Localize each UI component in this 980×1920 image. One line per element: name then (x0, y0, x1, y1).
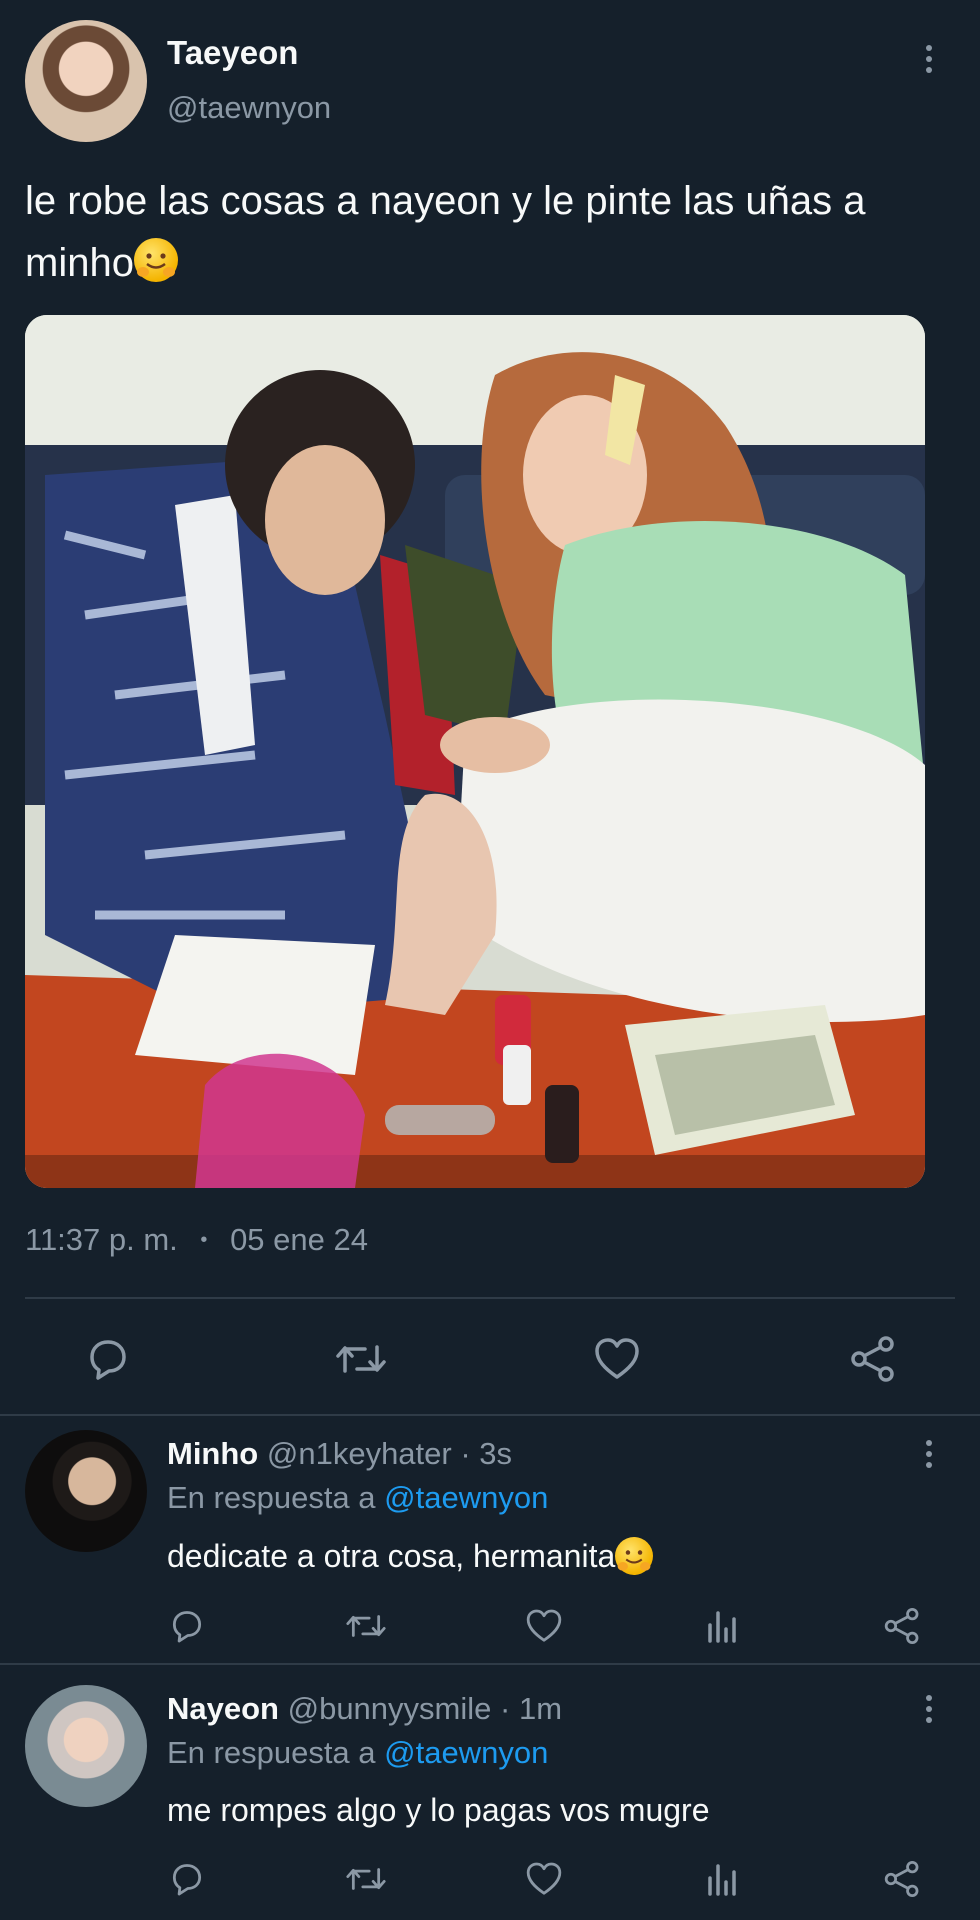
reply-button[interactable] (168, 1860, 206, 1898)
heart-icon (526, 1609, 562, 1642)
reply-text: dedicate a otra cosa, hermanita (167, 1537, 654, 1575)
share-icon (851, 1336, 894, 1382)
more-options-icon[interactable] (926, 1695, 932, 1723)
reply-display-name[interactable]: Minho (167, 1436, 258, 1471)
reply-context-prefix: En respuesta a (167, 1480, 376, 1515)
retweet-button[interactable] (335, 1335, 387, 1383)
reply-header: Minho @n1keyhater · 3s (167, 1436, 512, 1472)
reply-header: Nayeon @bunnyysmile · 1m (167, 1691, 562, 1727)
share-button[interactable] (882, 1860, 922, 1898)
analytics-button[interactable] (706, 1607, 740, 1645)
reply-to-handle-link[interactable]: @taewnyon (384, 1480, 548, 1515)
heart-icon (526, 1862, 562, 1895)
retweet-icon (336, 1345, 386, 1373)
share-icon (884, 1860, 919, 1898)
reply-avatar[interactable] (25, 1430, 147, 1552)
like-button[interactable] (524, 1860, 564, 1898)
reply-icon (172, 1611, 202, 1643)
reply-divider (0, 1663, 980, 1665)
tweet-photo[interactable] (25, 315, 925, 1188)
tweet-timestamp: 11:37 p. m. • 05 ene 24 (25, 1222, 368, 1258)
heart-icon (595, 1338, 639, 1379)
timestamp-separator: • (200, 1229, 208, 1251)
more-options-icon[interactable] (926, 1440, 932, 1468)
author-handle[interactable]: @taewnyon (167, 90, 331, 126)
reply-context: En respuesta a @taewnyon (167, 1480, 548, 1516)
reply-context-prefix: En respuesta a (167, 1735, 376, 1770)
hugging-face-emoji-icon (133, 238, 178, 282)
more-options-icon[interactable] (926, 45, 932, 73)
reply-display-name[interactable]: Nayeon (167, 1691, 279, 1726)
share-button[interactable] (882, 1607, 922, 1645)
reply-handle[interactable]: @bunnyysmile (288, 1691, 492, 1726)
retweet-icon (346, 1868, 386, 1890)
photo-illustration (25, 315, 925, 1188)
tweet-text: le robe las cosas a nayeon y le pinte la… (25, 179, 866, 285)
tweet-time: 11:37 p. m. (25, 1222, 178, 1257)
reply-button[interactable] (84, 1335, 132, 1383)
reply-age: · 3s (460, 1436, 513, 1471)
retweet-button[interactable] (345, 1860, 387, 1898)
analytics-icon (708, 1611, 736, 1643)
reply-context: En respuesta a @taewnyon (167, 1735, 548, 1771)
reply-to-handle-link[interactable]: @taewnyon (384, 1735, 548, 1770)
author-avatar[interactable] (25, 20, 147, 142)
reply-avatar[interactable] (25, 1685, 147, 1807)
share-icon (884, 1607, 919, 1645)
like-button[interactable] (524, 1607, 564, 1645)
reply-button[interactable] (168, 1607, 206, 1645)
reply-handle[interactable]: @n1keyhater (267, 1436, 452, 1471)
reply-age: · 1m (500, 1691, 563, 1726)
retweet-button[interactable] (345, 1607, 387, 1645)
hugging-face-emoji-icon (615, 1537, 654, 1575)
retweet-icon (346, 1615, 386, 1637)
reply-text: me rompes algo y lo pagas vos mugre (167, 1792, 710, 1828)
author-display-name[interactable]: Taeyeon (167, 34, 298, 72)
tweet-date: 05 ene 24 (230, 1222, 368, 1257)
like-button[interactable] (592, 1335, 642, 1383)
reply-icon (172, 1864, 202, 1896)
actions-divider (0, 1414, 980, 1416)
reply-icon (90, 1340, 126, 1380)
analytics-icon (708, 1864, 736, 1896)
timestamp-divider (25, 1297, 955, 1299)
share-button[interactable] (848, 1335, 898, 1383)
analytics-button[interactable] (706, 1860, 740, 1898)
